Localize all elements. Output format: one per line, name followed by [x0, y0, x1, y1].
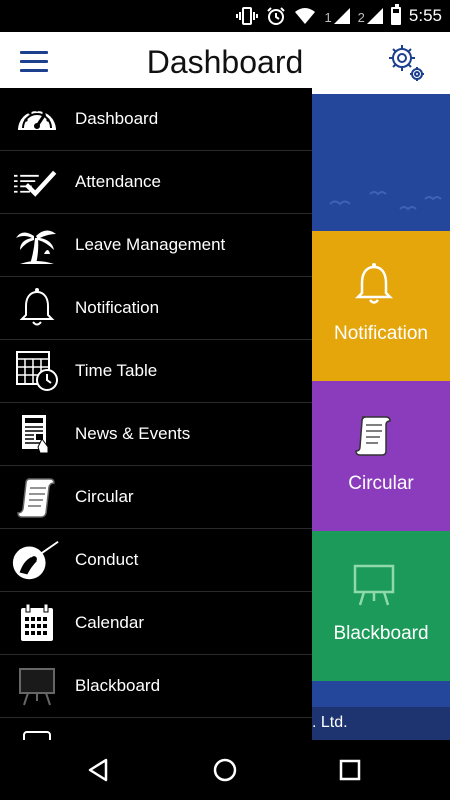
blackboard-tile-label: Blackboard	[333, 623, 429, 644]
drawer-item-circular[interactable]: Circular	[0, 466, 312, 529]
sim1-label: 1	[324, 10, 332, 25]
signal-sim1: 1	[324, 8, 350, 25]
partial-icon	[23, 731, 51, 740]
back-icon[interactable]	[84, 755, 114, 785]
bell-icon	[19, 288, 55, 326]
drawer-item-label: Leave Management	[75, 235, 226, 254]
drawer-item-time-table[interactable]: Time Table	[0, 340, 312, 403]
drawer-item-conduct[interactable]: Conduct	[0, 529, 312, 592]
signal-sim2: 2	[358, 8, 383, 24]
settings-icon[interactable]	[386, 42, 428, 84]
birds-decoration	[329, 191, 442, 211]
speedometer-icon	[18, 108, 56, 130]
calendar-icon	[21, 603, 53, 641]
drawer-item-label: Time Table	[75, 361, 158, 380]
signal-icon	[333, 8, 350, 24]
calendar-clock-icon	[16, 351, 58, 391]
page-title: Dashboard	[146, 44, 304, 80]
sim2-label: 2	[357, 10, 365, 25]
battery-icon	[390, 4, 401, 25]
drawer-item-label: Blackboard	[75, 676, 161, 695]
blackboard-icon	[19, 668, 55, 706]
status-time: 5:55	[408, 6, 442, 25]
newspaper-icon	[22, 415, 49, 454]
wifi-icon	[295, 8, 316, 24]
vibrate-icon	[236, 7, 259, 25]
alarm-icon	[267, 7, 286, 25]
drawer-item-label: News & Events	[75, 424, 191, 443]
drawer-item-attendance[interactable]: Attendance	[0, 151, 312, 214]
conductor-icon	[12, 540, 59, 580]
status-bar: 1 2 5:55	[0, 0, 450, 32]
circular-tile-label: Circular	[348, 473, 414, 494]
checklist-icon	[14, 170, 57, 197]
status-icons: 1 2 5:55	[236, 0, 442, 32]
drawer-item-partial[interactable]	[0, 718, 312, 740]
scroll-icon	[355, 416, 391, 456]
drawer-item-leave-management[interactable]: Leave Management	[0, 214, 312, 277]
drawer-item-calendar[interactable]: Calendar	[0, 592, 312, 655]
notification-tile-label: Notification	[334, 323, 428, 344]
palm-tree-icon	[16, 230, 56, 264]
drawer-item-notification[interactable]: Notification	[0, 277, 312, 340]
drawer-item-label: Notification	[75, 298, 160, 317]
home-icon[interactable]	[210, 755, 240, 785]
drawer-item-label: Circular	[75, 487, 134, 506]
drawer-item-news-events[interactable]: News & Events	[0, 403, 312, 466]
navigation-drawer: Dashboard Attendance Leave Management No…	[0, 88, 312, 740]
signal-icon	[366, 8, 383, 24]
drawer-item-dashboard[interactable]: Dashboard	[0, 88, 312, 151]
system-nav-bar	[0, 740, 450, 800]
recents-icon[interactable]	[335, 755, 365, 785]
drawer-item-blackboard[interactable]: Blackboard	[0, 655, 312, 718]
drawer-item-label: Dashboard	[75, 109, 159, 128]
bell-icon	[354, 263, 394, 304]
blackboard-icon	[353, 564, 395, 606]
drawer-item-label: Calendar	[75, 613, 144, 632]
footer-text: . Ltd.	[312, 714, 348, 731]
scroll-icon	[17, 478, 55, 518]
app-bar: Dashboard	[0, 32, 450, 94]
drawer-item-label: Attendance	[75, 172, 162, 191]
drawer-item-label: Conduct	[75, 550, 139, 569]
